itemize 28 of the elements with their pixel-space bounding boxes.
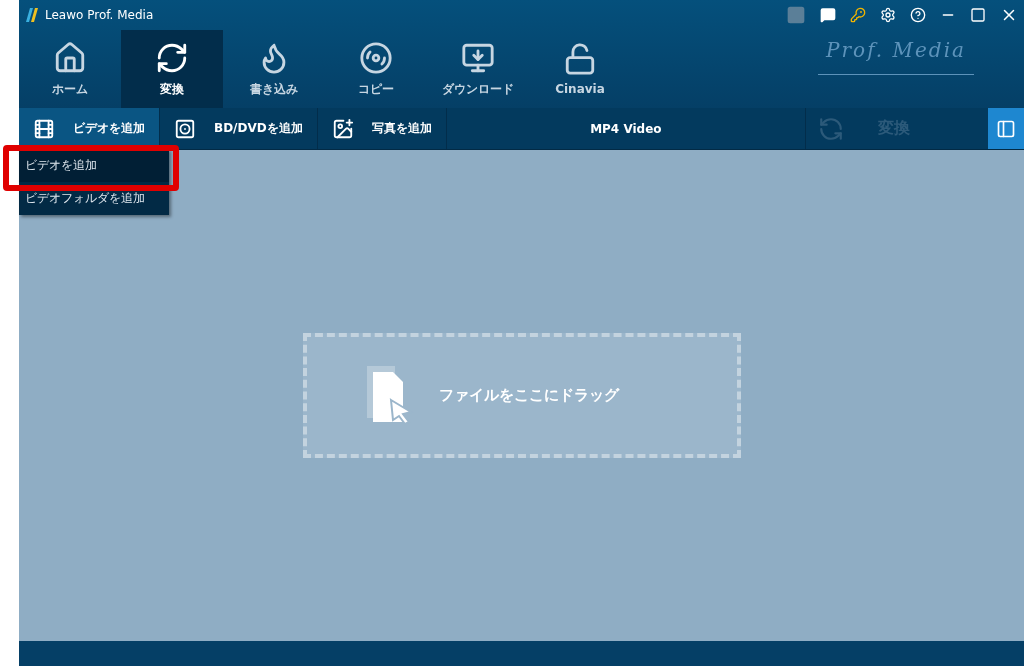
unlock-icon [563,42,597,76]
maximize-icon[interactable] [970,7,986,23]
add-button[interactable]: 写真を追加 [317,108,447,149]
nav-tab[interactable]: 変換 [121,30,223,108]
settings-icon[interactable] [880,7,896,23]
key-icon[interactable] [850,7,866,23]
image-icon [331,117,354,140]
app-logo-icon [25,7,39,23]
nav-tab[interactable]: Cinavia [529,30,631,108]
drop-hint: ファイルをここにドラッグ [438,386,619,405]
nav-tab[interactable]: ホーム [19,30,121,108]
nav-tab[interactable]: 書き込み [223,30,325,108]
panel-toggle-button[interactable] [988,108,1024,149]
nav-tab[interactable]: ダウンロード [427,30,529,108]
panel-icon [996,118,1016,139]
window-title: Leawo Prof. Media [45,8,154,22]
disc-icon [359,40,393,75]
film-icon [33,117,55,140]
app-logo: Prof. Media [818,38,974,75]
chat-icon[interactable] [820,7,836,23]
add-button[interactable]: BD/DVDを追加 [160,108,318,149]
menu-item[interactable]: ビデオフォルダを追加 [19,182,169,215]
house-icon [53,40,87,75]
help-icon[interactable] [910,7,926,23]
menu-item[interactable]: ビデオを追加 [19,149,169,182]
refresh-icon [818,115,844,142]
nav-tab[interactable]: コピー [325,30,427,108]
profile-selector[interactable]: MP4 Video [446,108,806,149]
